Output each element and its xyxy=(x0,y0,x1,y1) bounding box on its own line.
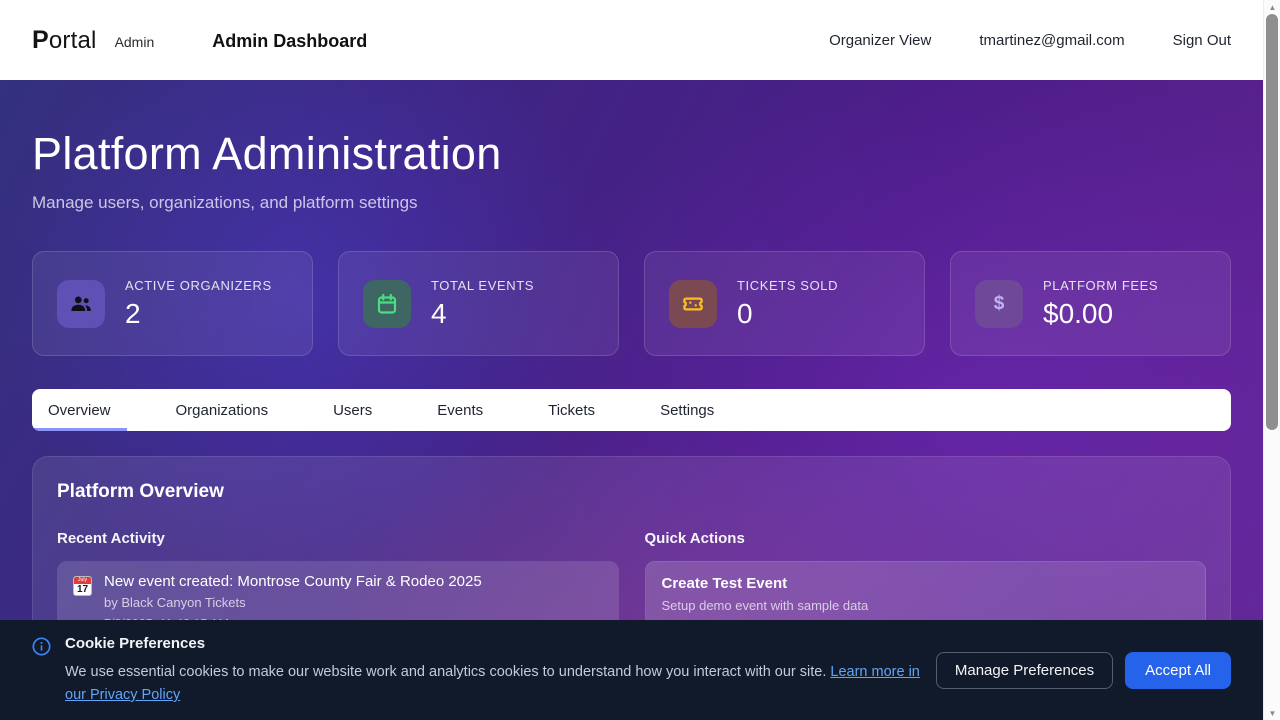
activity-title: New event created: Montrose County Fair … xyxy=(104,573,482,590)
panel-title: Platform Overview xyxy=(57,481,1206,503)
sign-out-button[interactable]: Sign Out xyxy=(1173,32,1231,49)
stat-label: PLATFORM FEES xyxy=(1043,278,1158,293)
app-viewport: Portal Admin Admin Dashboard Organizer V… xyxy=(0,0,1263,720)
stat-card-tickets-sold: TICKETS SOLD 0 xyxy=(644,251,925,356)
stats-row: ACTIVE ORGANIZERS 2 TOTAL EVENTS 4 xyxy=(32,251,1231,356)
quick-action-description: Setup demo event with sample data xyxy=(662,598,1190,613)
tab-organizations[interactable]: Organizations xyxy=(160,389,285,431)
quick-actions-heading: Quick Actions xyxy=(645,530,1207,547)
hero-title: Platform Administration xyxy=(32,128,1231,180)
stat-card-active-organizers: ACTIVE ORGANIZERS 2 xyxy=(32,251,313,356)
scrollbar-up-arrow[interactable]: ▲ xyxy=(1264,0,1280,14)
tab-tickets[interactable]: Tickets xyxy=(532,389,611,431)
user-email: tmartinez@gmail.com xyxy=(979,32,1124,49)
stat-text: TOTAL EVENTS 4 xyxy=(431,278,534,330)
stat-card-total-events: TOTAL EVENTS 4 xyxy=(338,251,619,356)
organizer-view-link[interactable]: Organizer View xyxy=(829,32,931,49)
stat-text: PLATFORM FEES $0.00 xyxy=(1043,278,1158,330)
cookie-buttons: Manage Preferences Accept All xyxy=(936,652,1231,689)
stat-value: 0 xyxy=(737,298,838,330)
cookie-text-block: Cookie Preferences We use essential cook… xyxy=(65,635,925,707)
cookie-content: Cookie Preferences We use essential cook… xyxy=(32,635,925,707)
calendar-icon xyxy=(363,280,411,328)
page-title: Admin Dashboard xyxy=(212,31,367,52)
admin-tabbar: Overview Organizations Users Events Tick… xyxy=(32,389,1231,431)
cookie-message: We use essential cookies to make our web… xyxy=(65,661,925,707)
ticket-icon xyxy=(669,280,717,328)
tab-users[interactable]: Users xyxy=(317,389,388,431)
activity-organizer: by Black Canyon Tickets xyxy=(104,595,482,610)
dollar-icon: $ xyxy=(975,280,1023,328)
tab-overview[interactable]: Overview xyxy=(32,389,127,431)
stat-label: TICKETS SOLD xyxy=(737,278,838,293)
calendar-emoji-icon: July 17 xyxy=(73,576,92,596)
create-test-event-button[interactable]: Create Test Event Setup demo event with … xyxy=(645,561,1207,627)
portal-logo[interactable]: Portal xyxy=(32,26,97,55)
manage-preferences-button[interactable]: Manage Preferences xyxy=(936,652,1113,689)
stat-value: $0.00 xyxy=(1043,298,1158,330)
stat-card-platform-fees: $ PLATFORM FEES $0.00 xyxy=(950,251,1231,356)
stat-text: ACTIVE ORGANIZERS 2 xyxy=(125,278,272,330)
quick-action-title: Create Test Event xyxy=(662,575,1190,592)
accept-all-button[interactable]: Accept All xyxy=(1125,652,1231,689)
vertical-scrollbar[interactable]: ▲ ▼ xyxy=(1263,0,1280,720)
hero-subtitle: Manage users, organizations, and platfor… xyxy=(32,193,1231,213)
cookie-banner: Cookie Preferences We use essential cook… xyxy=(0,620,1263,720)
top-navbar: Portal Admin Admin Dashboard Organizer V… xyxy=(0,0,1263,80)
scrollbar-down-arrow[interactable]: ▼ xyxy=(1264,706,1280,720)
logo-letter: P xyxy=(32,26,49,54)
stat-value: 4 xyxy=(431,298,534,330)
recent-activity-heading: Recent Activity xyxy=(57,530,619,547)
people-icon xyxy=(57,280,105,328)
tab-events[interactable]: Events xyxy=(421,389,499,431)
tab-settings[interactable]: Settings xyxy=(644,389,730,431)
stat-label: TOTAL EVENTS xyxy=(431,278,534,293)
cookie-title: Cookie Preferences xyxy=(65,635,925,652)
logo-rest: ortal xyxy=(49,27,97,54)
info-icon xyxy=(32,637,51,707)
stat-text: TICKETS SOLD 0 xyxy=(737,278,838,330)
stat-value: 2 xyxy=(125,298,272,330)
admin-badge: Admin xyxy=(115,34,155,50)
scrollbar-thumb[interactable] xyxy=(1266,14,1278,430)
stat-label: ACTIVE ORGANIZERS xyxy=(125,278,272,293)
header-nav: Organizer View tmartinez@gmail.com Sign … xyxy=(829,32,1231,49)
